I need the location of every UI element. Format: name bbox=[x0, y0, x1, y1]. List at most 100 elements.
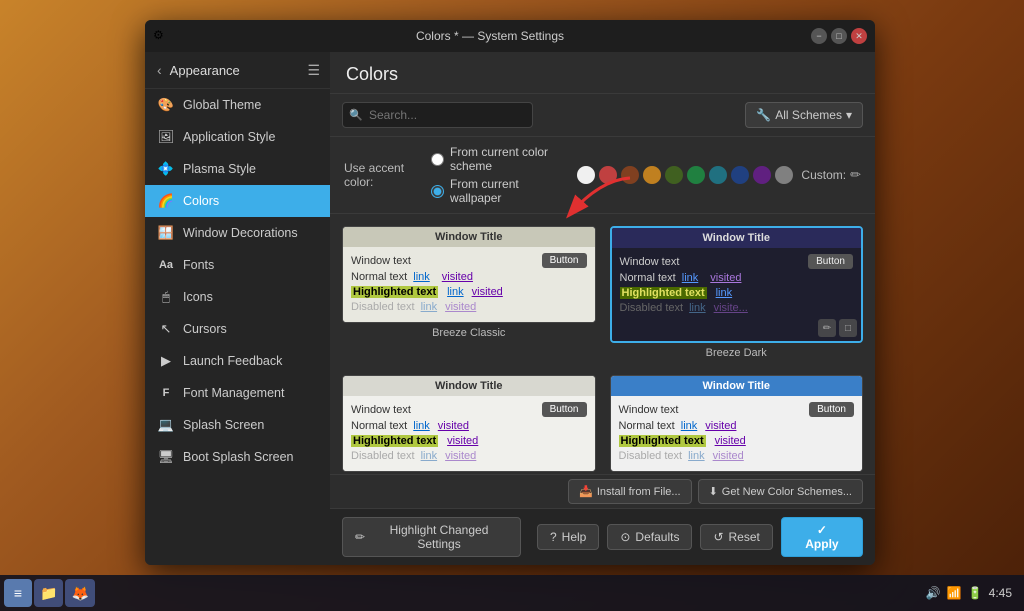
scheme-classic-button[interactable]: Button bbox=[542, 253, 587, 268]
sidebar-item-application-style[interactable]: 🖼 Application Style bbox=[145, 121, 330, 153]
sidebar-item-launch-feedback[interactable]: ▶ Launch Feedback bbox=[145, 345, 330, 377]
get-new-icon: ⬇ bbox=[709, 485, 718, 498]
systray: 🔊 📶 🔋 4:45 bbox=[926, 586, 1020, 600]
highlight-changed-button[interactable]: ✏ Highlight Changed Settings bbox=[342, 517, 521, 557]
sidebar-item-plasma-style[interactable]: 💠 Plasma Style bbox=[145, 153, 330, 185]
search-input[interactable] bbox=[342, 102, 533, 128]
sidebar-item-splash-screen[interactable]: 💻 Splash Screen bbox=[145, 409, 330, 441]
reset-icon: ↺ bbox=[713, 530, 723, 544]
sidebar-item-window-decorations[interactable]: 🪟 Window Decorations bbox=[145, 217, 330, 249]
scheme-card-classic[interactable]: Window Title Window text Button Normal t… bbox=[342, 226, 596, 323]
font-management-icon: F bbox=[157, 384, 175, 402]
scheme-dark-name: Breeze Dark bbox=[610, 343, 864, 361]
radio-scheme-input[interactable] bbox=[431, 153, 444, 166]
help-button[interactable]: ? Help bbox=[537, 524, 599, 550]
sidebar-item-colors[interactable]: 🌈 Colors bbox=[145, 185, 330, 217]
scheme-card-oxygen[interactable]: Window Title Window text Button Normal t… bbox=[610, 375, 864, 472]
systray-volume-icon: 🔊 bbox=[926, 586, 941, 600]
color-dot-brown[interactable] bbox=[621, 166, 639, 184]
scheme-oxygen-disabled: Disabled text bbox=[619, 450, 683, 462]
get-new-color-schemes-button[interactable]: ⬇ Get New Color Schemes... bbox=[698, 479, 863, 504]
window-controls: − □ ✕ bbox=[811, 28, 867, 44]
custom-label: Custom: bbox=[801, 168, 846, 182]
color-dot-teal[interactable] bbox=[687, 166, 705, 184]
scheme-classic-body: Window text Button Normal text link visi… bbox=[343, 247, 595, 322]
cursors-icon: ↖ bbox=[157, 320, 175, 338]
scheme-oxygen-normal-row: Normal text link visited bbox=[619, 420, 855, 432]
scheme-dark-button[interactable]: Button bbox=[808, 254, 853, 269]
highlight-icon: ✏ bbox=[355, 530, 365, 544]
scheme-breeze-classic[interactable]: Window Title Window text Button Normal t… bbox=[342, 226, 596, 361]
custom-color-picker-icon[interactable]: ✏ bbox=[850, 167, 861, 183]
scheme-classic-disabled-visited: visited bbox=[445, 301, 476, 313]
color-dot-blue-teal[interactable] bbox=[709, 166, 727, 184]
scheme-breeze-dark[interactable]: Window Title Window text Button Normal t… bbox=[610, 226, 864, 361]
scheme-card-light[interactable]: Window Title Window text Button Normal t… bbox=[342, 375, 596, 472]
scheme-oxygen-button[interactable]: Button bbox=[809, 402, 854, 417]
bottom-bar: ✏ Highlight Changed Settings ? Help ⊙ De… bbox=[330, 508, 875, 565]
sidebar-item-icons[interactable]: 🖱 Icons bbox=[145, 281, 330, 313]
color-dot-red[interactable] bbox=[599, 166, 617, 184]
scheme-dark-disabled-link: link bbox=[689, 302, 706, 314]
apply-button[interactable]: ✓ Apply bbox=[781, 517, 863, 557]
scheme-oxygen[interactable]: Window Title Window text Button Normal t… bbox=[610, 375, 864, 474]
scheme-classic-titlebar: Window Title bbox=[343, 227, 595, 247]
scheme-oxygen-window-text: Window text bbox=[619, 404, 679, 416]
scheme-dark-normal-row: Normal text link visited bbox=[620, 272, 854, 284]
sidebar-item-font-management[interactable]: F Font Management bbox=[145, 377, 330, 409]
taskbar-firefox-btn[interactable]: 🦊 bbox=[65, 579, 94, 607]
scheme-light-hl-visited: visited bbox=[447, 435, 478, 447]
scheme-classic-hl-link: link bbox=[447, 286, 464, 298]
scheme-dark-visited: visited bbox=[710, 272, 741, 284]
taskbar-files-btn[interactable]: 📁 bbox=[34, 579, 63, 607]
color-dot-purple[interactable] bbox=[753, 166, 771, 184]
icons-icon: 🖱 bbox=[157, 288, 175, 306]
install-from-file-button[interactable]: 📥 Install from File... bbox=[568, 479, 691, 504]
defaults-button[interactable]: ⊙ Defaults bbox=[607, 524, 692, 550]
scheme-classic-name: Breeze Classic bbox=[342, 323, 596, 341]
sidebar-header: ‹ Appearance ☰ bbox=[145, 52, 330, 89]
scheme-oxygen-highlight: Highlighted text bbox=[619, 435, 706, 447]
copy-scheme-icon[interactable]: □ bbox=[839, 319, 857, 337]
scheme-light-button[interactable]: Button bbox=[542, 402, 587, 417]
taskbar-start-btn[interactable]: ≡ bbox=[4, 579, 32, 607]
scheme-oxygen-titlebar: Window Title bbox=[611, 376, 863, 396]
color-dot-orange[interactable] bbox=[643, 166, 661, 184]
sidebar-back-button[interactable]: ‹ bbox=[155, 60, 164, 80]
radio-wallpaper-input[interactable] bbox=[431, 185, 444, 198]
defaults-label: Defaults bbox=[635, 530, 679, 544]
search-wrapper: 🔍 bbox=[342, 102, 737, 128]
edit-scheme-icon[interactable]: ✏ bbox=[818, 319, 836, 337]
scheme-card-dark[interactable]: Window Title Window text Button Normal t… bbox=[610, 226, 864, 343]
filter-all-schemes-button[interactable]: 🔧 All Schemes ▾ bbox=[745, 102, 863, 128]
radio-from-scheme[interactable]: From current color scheme bbox=[431, 145, 555, 173]
accent-radio-group: From current color scheme From current w… bbox=[431, 145, 555, 205]
reset-button[interactable]: ↺ Reset bbox=[700, 524, 772, 550]
sidebar-item-global-theme[interactable]: 🎨 Global Theme bbox=[145, 89, 330, 121]
scheme-oxygen-normal-text: Normal text bbox=[619, 420, 675, 432]
scheme-light-titlebar: Window Title bbox=[343, 376, 595, 396]
window-title: Colors * — System Settings bbox=[175, 29, 805, 43]
sidebar-item-cursors[interactable]: ↖ Cursors bbox=[145, 313, 330, 345]
color-dot-blue[interactable] bbox=[731, 166, 749, 184]
sidebar-menu-button[interactable]: ☰ bbox=[307, 62, 320, 79]
install-icon: 📥 bbox=[579, 485, 593, 498]
minimize-button[interactable]: − bbox=[811, 28, 827, 44]
sidebar-item-label: Application Style bbox=[183, 130, 275, 144]
action-buttons-row: 📥 Install from File... ⬇ Get New Color S… bbox=[330, 474, 875, 508]
color-dot-green[interactable] bbox=[665, 166, 683, 184]
scheme-breeze-light[interactable]: Window Title Window text Button Normal t… bbox=[342, 375, 596, 474]
sidebar-item-label: Launch Feedback bbox=[183, 354, 282, 368]
radio-from-wallpaper[interactable]: From current wallpaper bbox=[431, 177, 555, 205]
color-dot-white[interactable] bbox=[577, 166, 595, 184]
sidebar-item-boot-splash-screen[interactable]: 🖥 Boot Splash Screen bbox=[145, 441, 330, 473]
window-body: ‹ Appearance ☰ 🎨 Global Theme 🖼 Applicat… bbox=[145, 52, 875, 565]
scheme-light-highlight: Highlighted text bbox=[351, 435, 438, 447]
content-toolbar: 🔍 🔧 All Schemes ▾ bbox=[330, 94, 875, 137]
maximize-button[interactable]: □ bbox=[831, 28, 847, 44]
close-button[interactable]: ✕ bbox=[851, 28, 867, 44]
scheme-dark-normal-text: Normal text bbox=[620, 272, 676, 284]
scheme-light-highlight-row: Highlighted text visited bbox=[351, 435, 587, 447]
color-dot-gray[interactable] bbox=[775, 166, 793, 184]
sidebar-item-fonts[interactable]: Aa Fonts bbox=[145, 249, 330, 281]
